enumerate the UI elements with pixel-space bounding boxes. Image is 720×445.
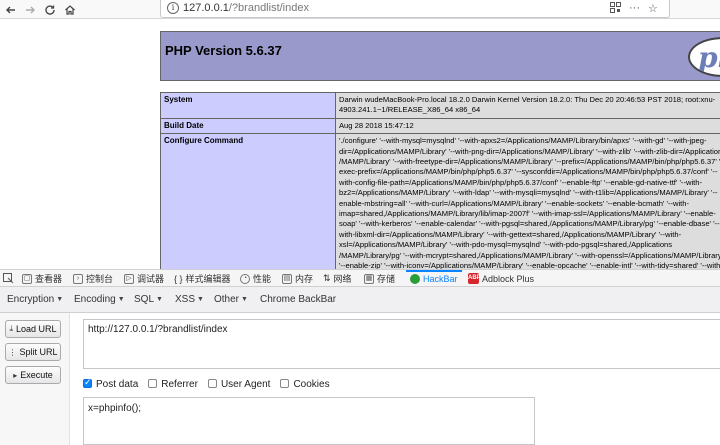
storage-icon: ▦	[364, 274, 374, 284]
post-data-textarea[interactable]: x=phpinfo();	[83, 397, 535, 445]
pick-element-icon[interactable]	[3, 270, 14, 287]
value-line: /MAMP/Library' '--with-freetype-dir=/App…	[339, 157, 720, 167]
value-line: Aug 28 2018 15:47:12	[339, 121, 720, 131]
hackbar-button-column: ⤓Load URL ⋮Split URL ▸Execute	[0, 313, 70, 445]
site-info-icon[interactable]: i	[167, 2, 179, 14]
value-line: with-libxml-dir=/Applications/MAMP/Libra…	[339, 230, 720, 240]
phpinfo-table: System Darwin wudeMacBook-Pro.local 18.2…	[160, 92, 720, 269]
referrer-checkbox[interactable]	[148, 379, 157, 388]
style-editor-icon: { }	[174, 274, 183, 284]
execute-button[interactable]: ▸Execute	[5, 366, 61, 384]
caret-down-icon: ▼	[241, 296, 248, 303]
post-data-option[interactable]: Post data	[83, 379, 138, 390]
value-line: with-config-file-path=/Applications/MAMP…	[339, 178, 720, 188]
table-row: Configure Command './configure' '--with-…	[161, 134, 720, 269]
cookies-option[interactable]: Cookies	[280, 379, 329, 390]
menu-chrome-backbar[interactable]: Chrome BackBar	[260, 294, 336, 305]
user-agent-checkbox[interactable]	[208, 379, 217, 388]
split-url-button[interactable]: ⋮Split URL	[5, 343, 61, 361]
php-logo: php	[688, 37, 720, 77]
inspector-icon: ▢	[22, 274, 32, 284]
value-line: 4903.241.1~1/RELEASE_X86_64 x86_64	[339, 105, 720, 115]
row-value: Darwin wudeMacBook-Pro.local 18.2.0 Darw…	[335, 93, 720, 119]
caret-down-icon: ▼	[156, 296, 163, 303]
bookmark-star-icon[interactable]: ☆	[648, 2, 658, 15]
cookies-checkbox[interactable]	[280, 379, 289, 388]
row-value: './configure' '--with-mysql=mysqlnd' '--…	[335, 134, 720, 269]
browser-toolbar: i 127.0.0.1/?brandlist/index ··· ☆	[0, 0, 720, 19]
reload-icon[interactable]	[41, 1, 59, 18]
back-icon[interactable]	[2, 1, 20, 18]
options-row: Post data Referrer User Agent Cookies	[83, 377, 340, 391]
post-data-checkbox[interactable]	[83, 379, 92, 388]
tab-adblock-plus[interactable]: ABPAdblock Plus	[468, 270, 534, 287]
row-label: Build Date	[161, 118, 336, 133]
value-line: '--enable-zip' '--with-iconv=/Applicatio…	[339, 261, 720, 269]
abp-icon: ABP	[468, 273, 479, 284]
user-agent-option[interactable]: User Agent	[208, 379, 270, 390]
hackbar-menu: Encryption▼ Encoding▼ SQL▼ XSS▼ Other▼ C…	[0, 287, 720, 313]
phpinfo-header: PHP Version 5.6.37 php	[160, 31, 720, 81]
value-line: './configure' '--with-mysql=mysqlnd' '--…	[339, 136, 720, 146]
value-line: xsl=/Applications/MAMP/Library' '--with-…	[339, 240, 720, 250]
hackbar-panel: ⤓Load URL ⋮Split URL ▸Execute http://127…	[0, 313, 720, 445]
performance-icon: ◔	[240, 274, 250, 284]
menu-encoding[interactable]: Encoding▼	[74, 294, 125, 305]
value-line: Darwin wudeMacBook-Pro.local 18.2.0 Darw…	[339, 95, 720, 105]
value-line: exec-prefix=/Applications/MAMP/bin/php/p…	[339, 167, 720, 177]
qr-code-icon[interactable]	[610, 2, 621, 16]
url-text[interactable]: 127.0.0.1/?brandlist/index	[183, 2, 309, 14]
caret-down-icon: ▼	[56, 296, 63, 303]
referrer-option[interactable]: Referrer	[148, 379, 198, 390]
tab-hackbar[interactable]: HackBar	[410, 270, 458, 287]
tab-storage[interactable]: ▦存储	[364, 270, 395, 287]
url-bar[interactable]: i 127.0.0.1/?brandlist/index ··· ☆	[160, 0, 670, 18]
console-icon: ›	[73, 274, 83, 284]
forward-icon[interactable]	[21, 1, 39, 18]
tab-style-editor[interactable]: { }样式编辑器	[174, 270, 231, 287]
hackbar-icon	[410, 274, 420, 284]
load-url-button[interactable]: ⤓Load URL	[5, 320, 61, 338]
tab-inspector[interactable]: ▢查看器	[22, 270, 62, 287]
value-line: dir=/Applications/MAMP/Library' '--with-…	[339, 147, 720, 157]
tab-memory[interactable]: ▤内存	[282, 270, 313, 287]
value-line: imap=shared,/Applications/MAMP/Library/l…	[339, 209, 720, 219]
value-line: bz2=/Applications/MAMP/Library' '--with-…	[339, 188, 720, 198]
split-icon: ⋮	[8, 348, 16, 357]
row-value: Aug 28 2018 15:47:12	[335, 118, 720, 133]
menu-encryption[interactable]: Encryption▼	[7, 294, 63, 305]
execute-icon: ▸	[13, 371, 17, 380]
url-textarea[interactable]: http://127.0.0.1/?brandlist/index	[83, 319, 720, 369]
row-label: Configure Command	[161, 134, 336, 269]
menu-sql[interactable]: SQL▼	[134, 294, 163, 305]
menu-other[interactable]: Other▼	[214, 294, 248, 305]
caret-down-icon: ▼	[118, 296, 125, 303]
caret-down-icon: ▼	[197, 296, 204, 303]
memory-icon: ▤	[282, 274, 292, 284]
menu-xss[interactable]: XSS▼	[175, 294, 204, 305]
value-line: /MAMP/Library/pg' '--with-mcrypt=shared,…	[339, 251, 720, 261]
devtools-tab-strip: ▢查看器 ›控制台 ▷调试器 { }样式编辑器 ◔性能 ▤内存 ⇅网络 ▦存储 …	[0, 269, 720, 287]
php-version-title: PHP Version 5.6.37	[165, 43, 282, 58]
debugger-icon: ▷	[124, 274, 134, 284]
tab-network[interactable]: ⇅网络	[323, 270, 352, 287]
home-icon[interactable]	[61, 1, 79, 18]
load-icon: ⤓	[9, 324, 13, 334]
tab-performance[interactable]: ◔性能	[240, 270, 271, 287]
table-row: System Darwin wudeMacBook-Pro.local 18.2…	[161, 93, 720, 119]
value-line: enable-mbstring=all' '--with-curl=/Appli…	[339, 199, 720, 209]
table-row: Build Date Aug 28 2018 15:47:12	[161, 118, 720, 133]
tab-debugger[interactable]: ▷调试器	[124, 270, 164, 287]
more-icon[interactable]: ···	[629, 2, 640, 14]
page-content: PHP Version 5.6.37 php System Darwin wud…	[0, 19, 720, 269]
value-line: soap' '--with-kerberos' '--enable-calend…	[339, 219, 720, 229]
tab-console[interactable]: ›控制台	[73, 270, 113, 287]
row-label: System	[161, 93, 336, 119]
network-icon: ⇅	[323, 273, 331, 284]
